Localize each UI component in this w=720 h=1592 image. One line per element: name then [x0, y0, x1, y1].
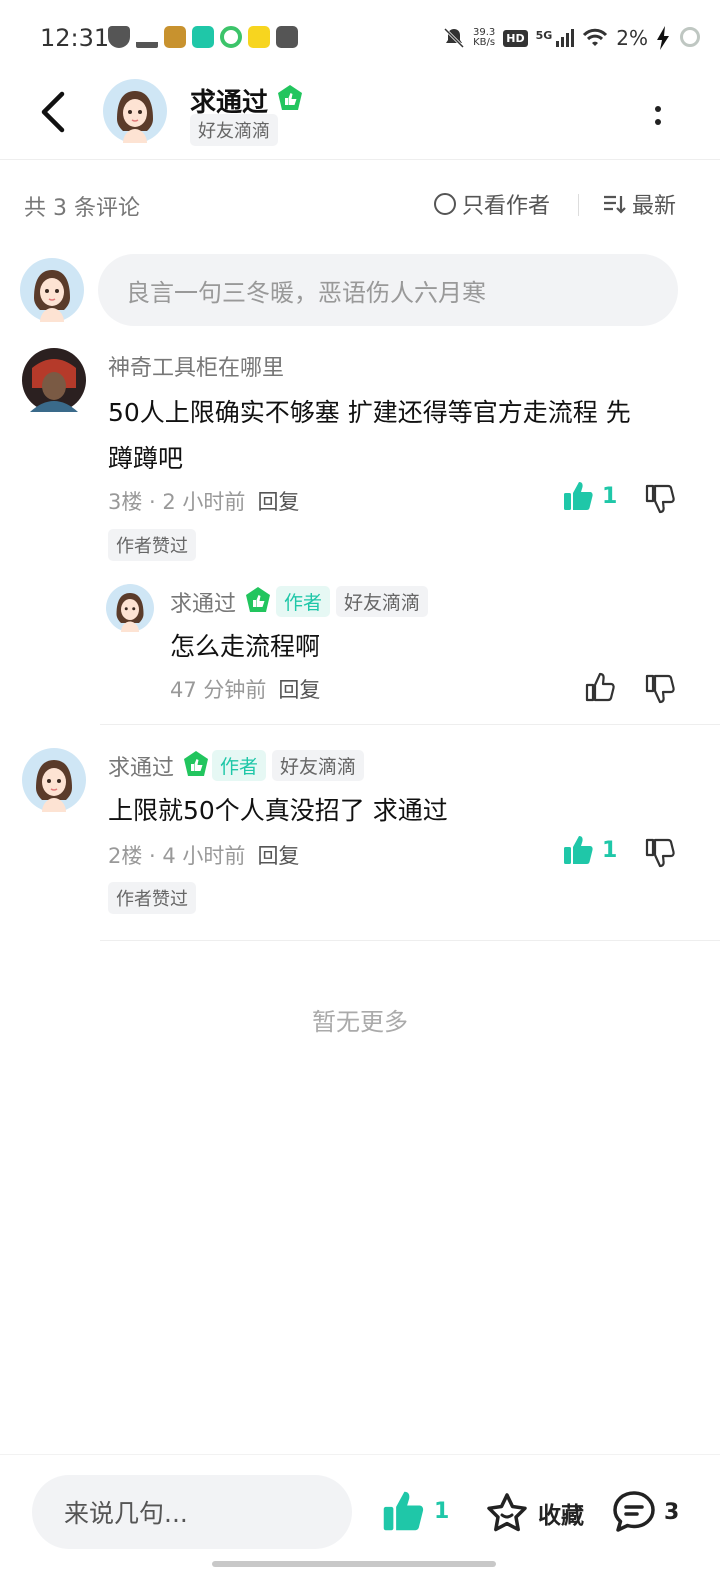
reply-avatar[interactable] [106, 584, 154, 632]
home-indicator[interactable] [212, 1561, 496, 1567]
reply-button[interactable]: 回复 [257, 840, 299, 870]
author-avatar[interactable] [103, 79, 167, 143]
comment-meta: 2楼 · 4 小时前 回复 [108, 840, 299, 870]
bottom-input-placeholder: 来说几句... [64, 1499, 188, 1528]
mute-bell-icon [443, 27, 465, 49]
comment-floor-time: 2楼 · 4 小时前 [108, 844, 246, 868]
comment-body-line: 蹲蹲吧 [108, 444, 184, 473]
wechat-mini-icon [220, 26, 242, 48]
more-button[interactable] [646, 100, 670, 130]
hd-badge: HD [503, 29, 528, 47]
no-more-text: 暂无更多 [312, 1008, 408, 1036]
post-like-count: 1 [434, 1498, 450, 1524]
radio-icon [434, 193, 456, 215]
star-icon [487, 1493, 527, 1532]
sort-icon [604, 195, 626, 214]
author-liked-tag: 作者赞过 [108, 529, 196, 561]
net-speed: 39.3 KB/s [473, 28, 495, 48]
net-speed-unit: KB/s [473, 37, 496, 48]
comment-divider [100, 940, 720, 941]
thumbs-up-icon [383, 1491, 424, 1531]
network-type: 5G [535, 29, 553, 42]
signal-icon: 5G [536, 29, 575, 47]
comment-body: 上限就50个人真没招了 求通过 [108, 796, 448, 825]
comment-user[interactable]: 求通过 [108, 750, 174, 782]
comment-icon [613, 1491, 655, 1532]
reply-body: 怎么走流程啊 [170, 632, 321, 661]
thumbs-up-icon [564, 482, 593, 510]
battery-ring-icon [680, 27, 700, 47]
reply-button[interactable]: 回复 [257, 486, 299, 516]
status-bar: 12:31 39.3 KB/s HD 5G 2% [0, 0, 720, 76]
author-tag: 作者 [276, 586, 331, 617]
comment-body: 50人上限确实不够塞 扩建还得等官方走流程 先 蹲蹲吧 [108, 390, 698, 482]
comment-body-line: 50人上限确实不够塞 扩建还得等官方走流程 先 [108, 398, 631, 427]
back-button[interactable] [36, 90, 72, 134]
author-only-label: 只看作者 [462, 194, 551, 219]
shield-icon [108, 26, 130, 48]
notification-icons [108, 26, 298, 48]
commenter-avatar[interactable] [22, 748, 86, 812]
group-tag[interactable]: 好友滴滴 [272, 750, 365, 781]
charging-icon [657, 26, 669, 50]
group-tag[interactable]: 好友滴滴 [190, 114, 278, 146]
comment-input[interactable]: 良言一句三冬暖，恶语伤人六月寒 [98, 254, 678, 326]
author-tag: 作者 [212, 750, 267, 781]
like-button[interactable]: 1 [562, 834, 617, 866]
comments-button[interactable]: 3 [610, 1489, 679, 1535]
favorite-label: 收藏 [538, 1503, 584, 1529]
comment-count: 共 3 条评论 [24, 196, 140, 221]
video-app-icon [192, 26, 214, 48]
sort-button[interactable]: 最新 [602, 188, 676, 220]
bottom-comment-input[interactable]: 来说几句... [32, 1475, 352, 1549]
comment-input-placeholder: 良言一句三冬暖，恶语伤人六月寒 [126, 278, 486, 307]
post-like-button[interactable]: 1 [380, 1489, 449, 1533]
author-only-toggle[interactable]: 只看作者 [434, 188, 550, 220]
page-header: 求通过 好友滴滴 [0, 76, 720, 160]
toolbar-divider [578, 194, 579, 216]
comment-user[interactable]: 神奇工具柜在哪里 [108, 350, 284, 382]
status-time: 12:31 [40, 24, 110, 52]
reply-time: 47 分钟前 [170, 678, 267, 702]
favorite-button[interactable]: 收藏 [484, 1491, 584, 1535]
more-icon-dot [655, 118, 661, 125]
like-count: 1 [602, 837, 618, 863]
thumbs-up-icon [564, 836, 593, 864]
reply-button[interactable]: 回复 [278, 674, 320, 704]
message-app-icon [276, 26, 298, 48]
author-liked-tag: 作者赞过 [108, 882, 196, 914]
more-icon [655, 105, 661, 112]
verified-icon [246, 587, 270, 612]
thumbs-up-icon[interactable] [584, 671, 616, 703]
thumbs-down-icon[interactable] [644, 837, 676, 869]
verified-icon [184, 751, 208, 776]
thumbs-down-icon[interactable] [644, 483, 676, 515]
comment-count-badge: 3 [664, 1499, 680, 1525]
yellow-app-icon [248, 26, 270, 48]
sort-label: 最新 [632, 194, 677, 219]
status-right: 39.3 KB/s HD 5G 2% [443, 26, 700, 50]
thumbs-down-icon[interactable] [644, 673, 676, 705]
comment-floor-time: 3楼 · 2 小时前 [108, 490, 246, 514]
like-button[interactable]: 1 [562, 480, 617, 512]
wifi-icon [583, 28, 608, 46]
back-icon [41, 91, 65, 133]
my-avatar [20, 258, 84, 322]
bird-icon [136, 26, 158, 48]
verified-icon [278, 85, 302, 110]
like-count: 1 [602, 483, 618, 509]
comment-divider [100, 724, 720, 725]
reply-user[interactable]: 求通过 [170, 586, 236, 618]
battery-percent: 2% [616, 26, 648, 50]
comments-toolbar: 共 3 条评论 只看作者 最新 [0, 184, 720, 224]
commenter-avatar[interactable] [22, 348, 86, 412]
comment-meta: 3楼 · 2 小时前 回复 [108, 486, 299, 516]
game-app-icon [164, 26, 186, 48]
reply-meta: 47 分钟前 回复 [170, 674, 320, 704]
group-tag[interactable]: 好友滴滴 [336, 586, 429, 617]
bottom-action-bar: 来说几句... 1 收藏 3 [0, 1454, 720, 1592]
